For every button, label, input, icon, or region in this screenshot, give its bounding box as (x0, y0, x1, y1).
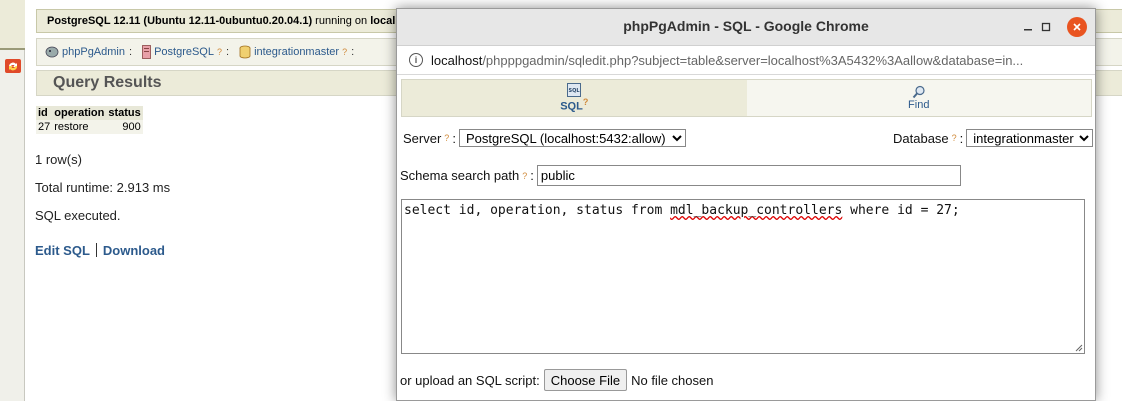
window-title: phpPgAdmin - SQL - Google Chrome (623, 18, 869, 34)
help-mark[interactable]: ? (522, 171, 527, 181)
sql-executed-message: SQL executed. (35, 208, 121, 223)
cell-operation: restore (52, 120, 107, 134)
breadcrumb-server-label: PostgreSQL (154, 46, 214, 58)
server-row: Server?: PostgreSQL (localhost:5432:allo… (403, 129, 686, 147)
help-mark[interactable]: ? (342, 47, 347, 57)
column-header: operation (52, 106, 107, 120)
tab-find-label: Find (908, 99, 930, 111)
tab-sql-label: SQL (560, 100, 583, 113)
total-runtime: Total runtime: 2.913 ms (35, 180, 171, 195)
server-product: PostgreSQL 12.11 (Ubuntu 12.11-0ubuntu0.… (47, 15, 313, 27)
server-label: Server (403, 130, 442, 146)
edit-sql-link[interactable]: Edit SQL (35, 243, 90, 258)
results-table: id operation status 27 restore 900 (36, 106, 143, 134)
maximize-icon (1041, 22, 1051, 32)
database-select[interactable]: integrationmaster (966, 129, 1094, 147)
upload-row: or upload an SQL script: Choose File No … (400, 369, 713, 391)
address-bar[interactable]: i localhost/phpppgadmin/sqledit.php?subj… (397, 46, 1095, 75)
column-header: status (106, 106, 143, 120)
table-header-row: id operation status (36, 106, 143, 120)
tab-find[interactable]: Find (746, 80, 1091, 116)
sql-text-after: where id = 27; (842, 203, 960, 218)
minimize-icon (1024, 29, 1032, 31)
cell-id: 27 (36, 120, 53, 134)
link-divider (95, 243, 97, 257)
row-count: 1 row(s) (35, 152, 82, 167)
server-icon (142, 45, 151, 59)
info-icon[interactable]: i (409, 53, 423, 67)
maximize-button[interactable] (1036, 17, 1056, 37)
help-mark[interactable]: ? (952, 133, 957, 143)
cell-status: 900 (106, 120, 143, 134)
breadcrumb-database[interactable]: integrationmaster? (239, 45, 347, 59)
server-select[interactable]: PostgreSQL (localhost:5432:allow) (458, 129, 686, 147)
help-mark[interactable]: ? (444, 133, 449, 143)
tab-sql[interactable]: SQL SQL? (402, 80, 747, 116)
help-mark[interactable]: ? (217, 47, 222, 57)
help-mark[interactable]: ? (583, 97, 589, 107)
breadcrumb-phppgadmin-label: phpPgAdmin (62, 46, 125, 58)
elephant-icon (45, 46, 59, 58)
breadcrumb-database-label: integrationmaster (254, 46, 340, 58)
database-row: Database?: integrationmaster (893, 129, 1094, 147)
sql-popup-window: phpPgAdmin - SQL - Google Chrome i local… (396, 8, 1096, 401)
window-titlebar[interactable]: phpPgAdmin - SQL - Google Chrome (397, 9, 1095, 46)
table-row: 27 restore 900 (36, 120, 143, 134)
running-on-text: running on (315, 15, 368, 27)
breadcrumb-server[interactable]: PostgreSQL? (142, 45, 222, 59)
svg-text:SQL: SQL (569, 88, 581, 94)
sql-text-before: select id, operation, status from (404, 203, 671, 218)
sql-editor[interactable]: select id, operation, status from mdl_ba… (401, 199, 1085, 354)
resize-handle-icon[interactable] (1075, 344, 1083, 352)
server-host: local (370, 15, 396, 27)
left-frame-header (0, 0, 25, 50)
choose-file-button[interactable]: Choose File (543, 369, 628, 391)
database-icon (239, 45, 251, 59)
sql-find-tabs: SQL SQL? Find (401, 79, 1092, 117)
search-icon (912, 85, 925, 99)
sql-table-name: mdl_backup_controllers (670, 203, 843, 218)
minimize-button[interactable] (1018, 17, 1038, 37)
schema-label: Schema search path (400, 168, 520, 183)
close-icon (1073, 23, 1081, 31)
action-links: Edit SQL Download (35, 243, 165, 258)
close-button[interactable] (1067, 17, 1087, 37)
no-file-chosen-text: No file chosen (631, 372, 714, 388)
column-header: id (36, 106, 53, 120)
refresh-icon[interactable] (4, 58, 22, 74)
upload-label: or upload an SQL script: (400, 372, 540, 388)
url-host: localhost (431, 52, 483, 68)
schema-search-path-input[interactable] (536, 165, 961, 186)
download-link[interactable]: Download (103, 243, 165, 258)
sql-icon: SQL (567, 83, 582, 98)
left-frame (0, 0, 25, 401)
url-path: /phpppgadmin/sqledit.php?subject=table&s… (482, 52, 1024, 68)
database-label: Database (893, 130, 949, 146)
breadcrumb-phppgadmin[interactable]: phpPgAdmin (45, 46, 125, 58)
schema-row: Schema search path?: (400, 165, 961, 186)
